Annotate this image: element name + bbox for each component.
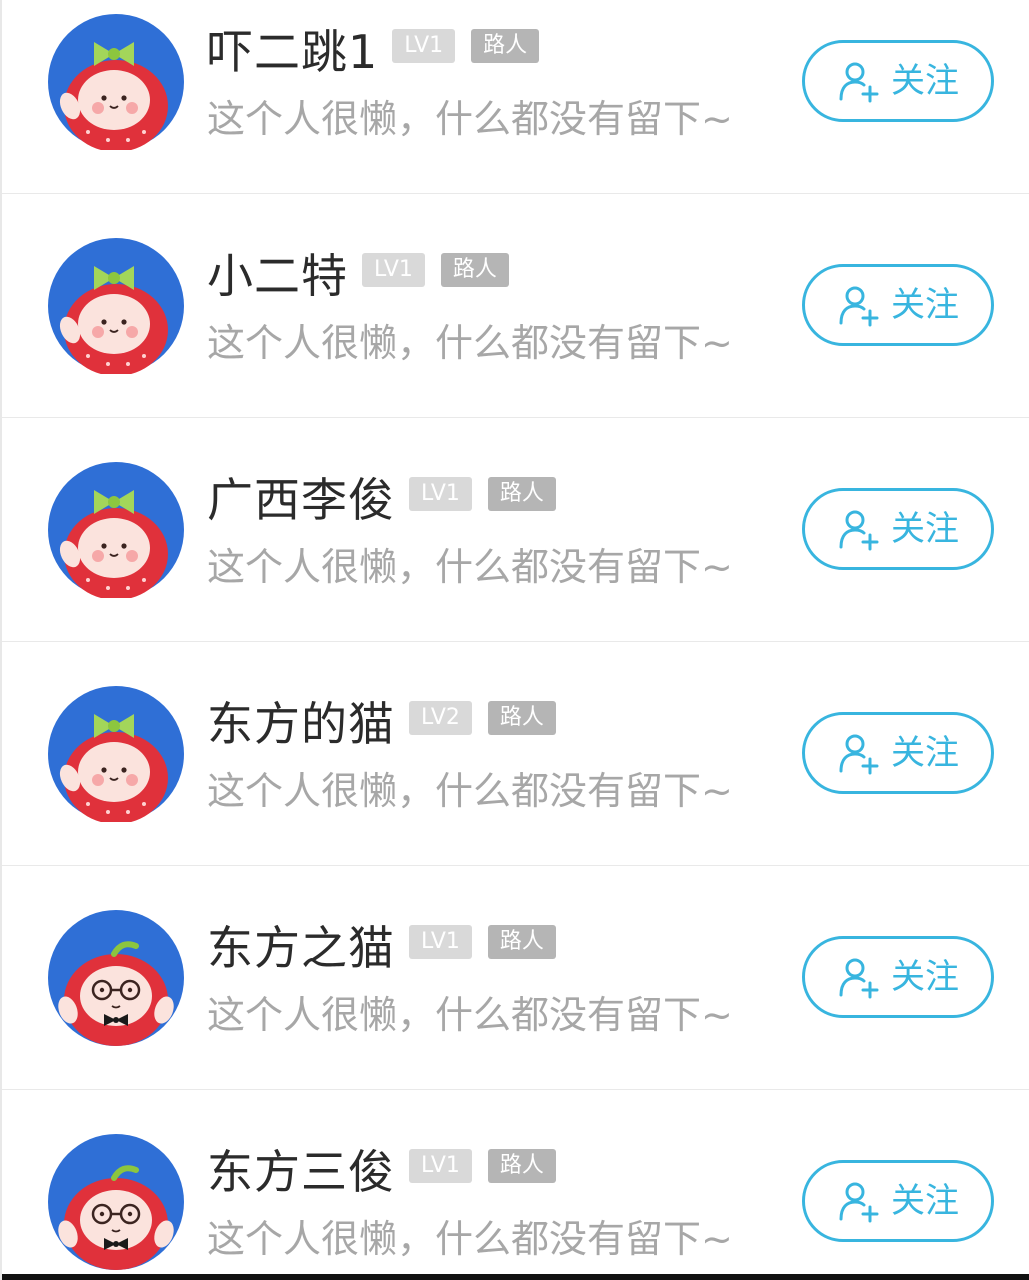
avatar[interactable] [48, 14, 184, 150]
strawberry-bow-avatar-icon [48, 462, 184, 598]
user-name[interactable]: 东方之猫 [207, 925, 395, 971]
level-badge: LV1 [392, 29, 456, 63]
user-bio: 这个人很懒，什么都没有留下~ [207, 993, 733, 1037]
avatar[interactable] [48, 910, 184, 1046]
role-badge: 路人 [440, 253, 509, 287]
role-badge: 路人 [487, 477, 556, 511]
user-name[interactable]: 广西李俊 [207, 477, 395, 523]
strawberry-bow-avatar-icon [48, 14, 184, 150]
name-line: 吓二跳1 LV1 路人 [207, 22, 540, 82]
level-badge: LV2 [409, 701, 472, 735]
follow-button[interactable]: 关注 [802, 488, 994, 570]
user-bio: 这个人很懒，什么都没有留下~ [207, 321, 733, 365]
add-user-icon [839, 1182, 879, 1223]
level-badge: LV1 [362, 253, 425, 287]
role-badge: 路人 [487, 925, 556, 959]
user-name[interactable]: 小二特 [207, 253, 348, 299]
name-line: 小二特 LV1 路人 [207, 246, 509, 306]
user-name[interactable]: 吓二跳1 [207, 29, 378, 75]
avatar[interactable] [48, 1134, 184, 1270]
list-item[interactable]: 东方之猫 LV1 路人 这个人很懒，什么都没有留下~ 关注 [2, 866, 1029, 1090]
strawberry-glasses-avatar-icon [48, 910, 184, 1046]
name-line: 东方的猫 LV2 路人 [207, 694, 556, 754]
user-name[interactable]: 东方的猫 [207, 701, 395, 747]
follow-label: 关注 [891, 1181, 959, 1221]
avatar[interactable] [48, 686, 184, 822]
follow-label: 关注 [891, 285, 959, 325]
user-bio: 这个人很懒，什么都没有留下~ [207, 97, 733, 141]
name-line: 广西李俊 LV1 路人 [207, 470, 556, 530]
list-item[interactable]: 吓二跳1 LV1 路人 这个人很懒，什么都没有留下~ 关注 [2, 0, 1029, 194]
follow-button[interactable]: 关注 [802, 40, 994, 122]
add-user-icon [839, 62, 879, 103]
add-user-icon [839, 734, 879, 775]
avatar[interactable] [48, 238, 184, 374]
user-list: 吓二跳1 LV1 路人 这个人很懒，什么都没有留下~ 关注 小二特 LV1 路人… [2, 0, 1029, 1280]
follow-label: 关注 [891, 957, 959, 997]
role-badge: 路人 [487, 1149, 556, 1183]
role-badge: 路人 [471, 29, 540, 63]
name-line: 东方之猫 LV1 路人 [207, 918, 556, 978]
user-name[interactable]: 东方三俊 [207, 1149, 395, 1195]
add-user-icon [839, 286, 879, 327]
follow-button[interactable]: 关注 [802, 1160, 994, 1242]
following-list-page: 吓二跳1 LV1 路人 这个人很懒，什么都没有留下~ 关注 小二特 LV1 路人… [0, 0, 1029, 1280]
follow-label: 关注 [891, 61, 959, 101]
level-badge: LV1 [409, 477, 472, 511]
bottom-edge-bar [2, 1274, 1029, 1280]
avatar[interactable] [48, 462, 184, 598]
add-user-icon [839, 510, 879, 551]
name-line: 东方三俊 LV1 路人 [207, 1142, 556, 1202]
level-badge: LV1 [409, 1149, 472, 1183]
strawberry-bow-avatar-icon [48, 238, 184, 374]
list-item[interactable]: 东方的猫 LV2 路人 这个人很懒，什么都没有留下~ 关注 [2, 642, 1029, 866]
list-item[interactable]: 小二特 LV1 路人 这个人很懒，什么都没有留下~ 关注 [2, 194, 1029, 418]
user-bio: 这个人很懒，什么都没有留下~ [207, 769, 733, 813]
user-bio: 这个人很懒，什么都没有留下~ [207, 545, 733, 589]
follow-label: 关注 [891, 509, 959, 549]
follow-button[interactable]: 关注 [802, 712, 994, 794]
follow-button[interactable]: 关注 [802, 264, 994, 346]
list-item[interactable]: 东方三俊 LV1 路人 这个人很懒，什么都没有留下~ 关注 [2, 1090, 1029, 1280]
list-item[interactable]: 广西李俊 LV1 路人 这个人很懒，什么都没有留下~ 关注 [2, 418, 1029, 642]
level-badge: LV1 [409, 925, 472, 959]
follow-button[interactable]: 关注 [802, 936, 994, 1018]
strawberry-bow-avatar-icon [48, 686, 184, 822]
add-user-icon [839, 958, 879, 999]
user-bio: 这个人很懒，什么都没有留下~ [207, 1217, 733, 1261]
role-badge: 路人 [487, 701, 556, 735]
follow-label: 关注 [891, 733, 959, 773]
strawberry-glasses-avatar-icon [48, 1134, 184, 1270]
